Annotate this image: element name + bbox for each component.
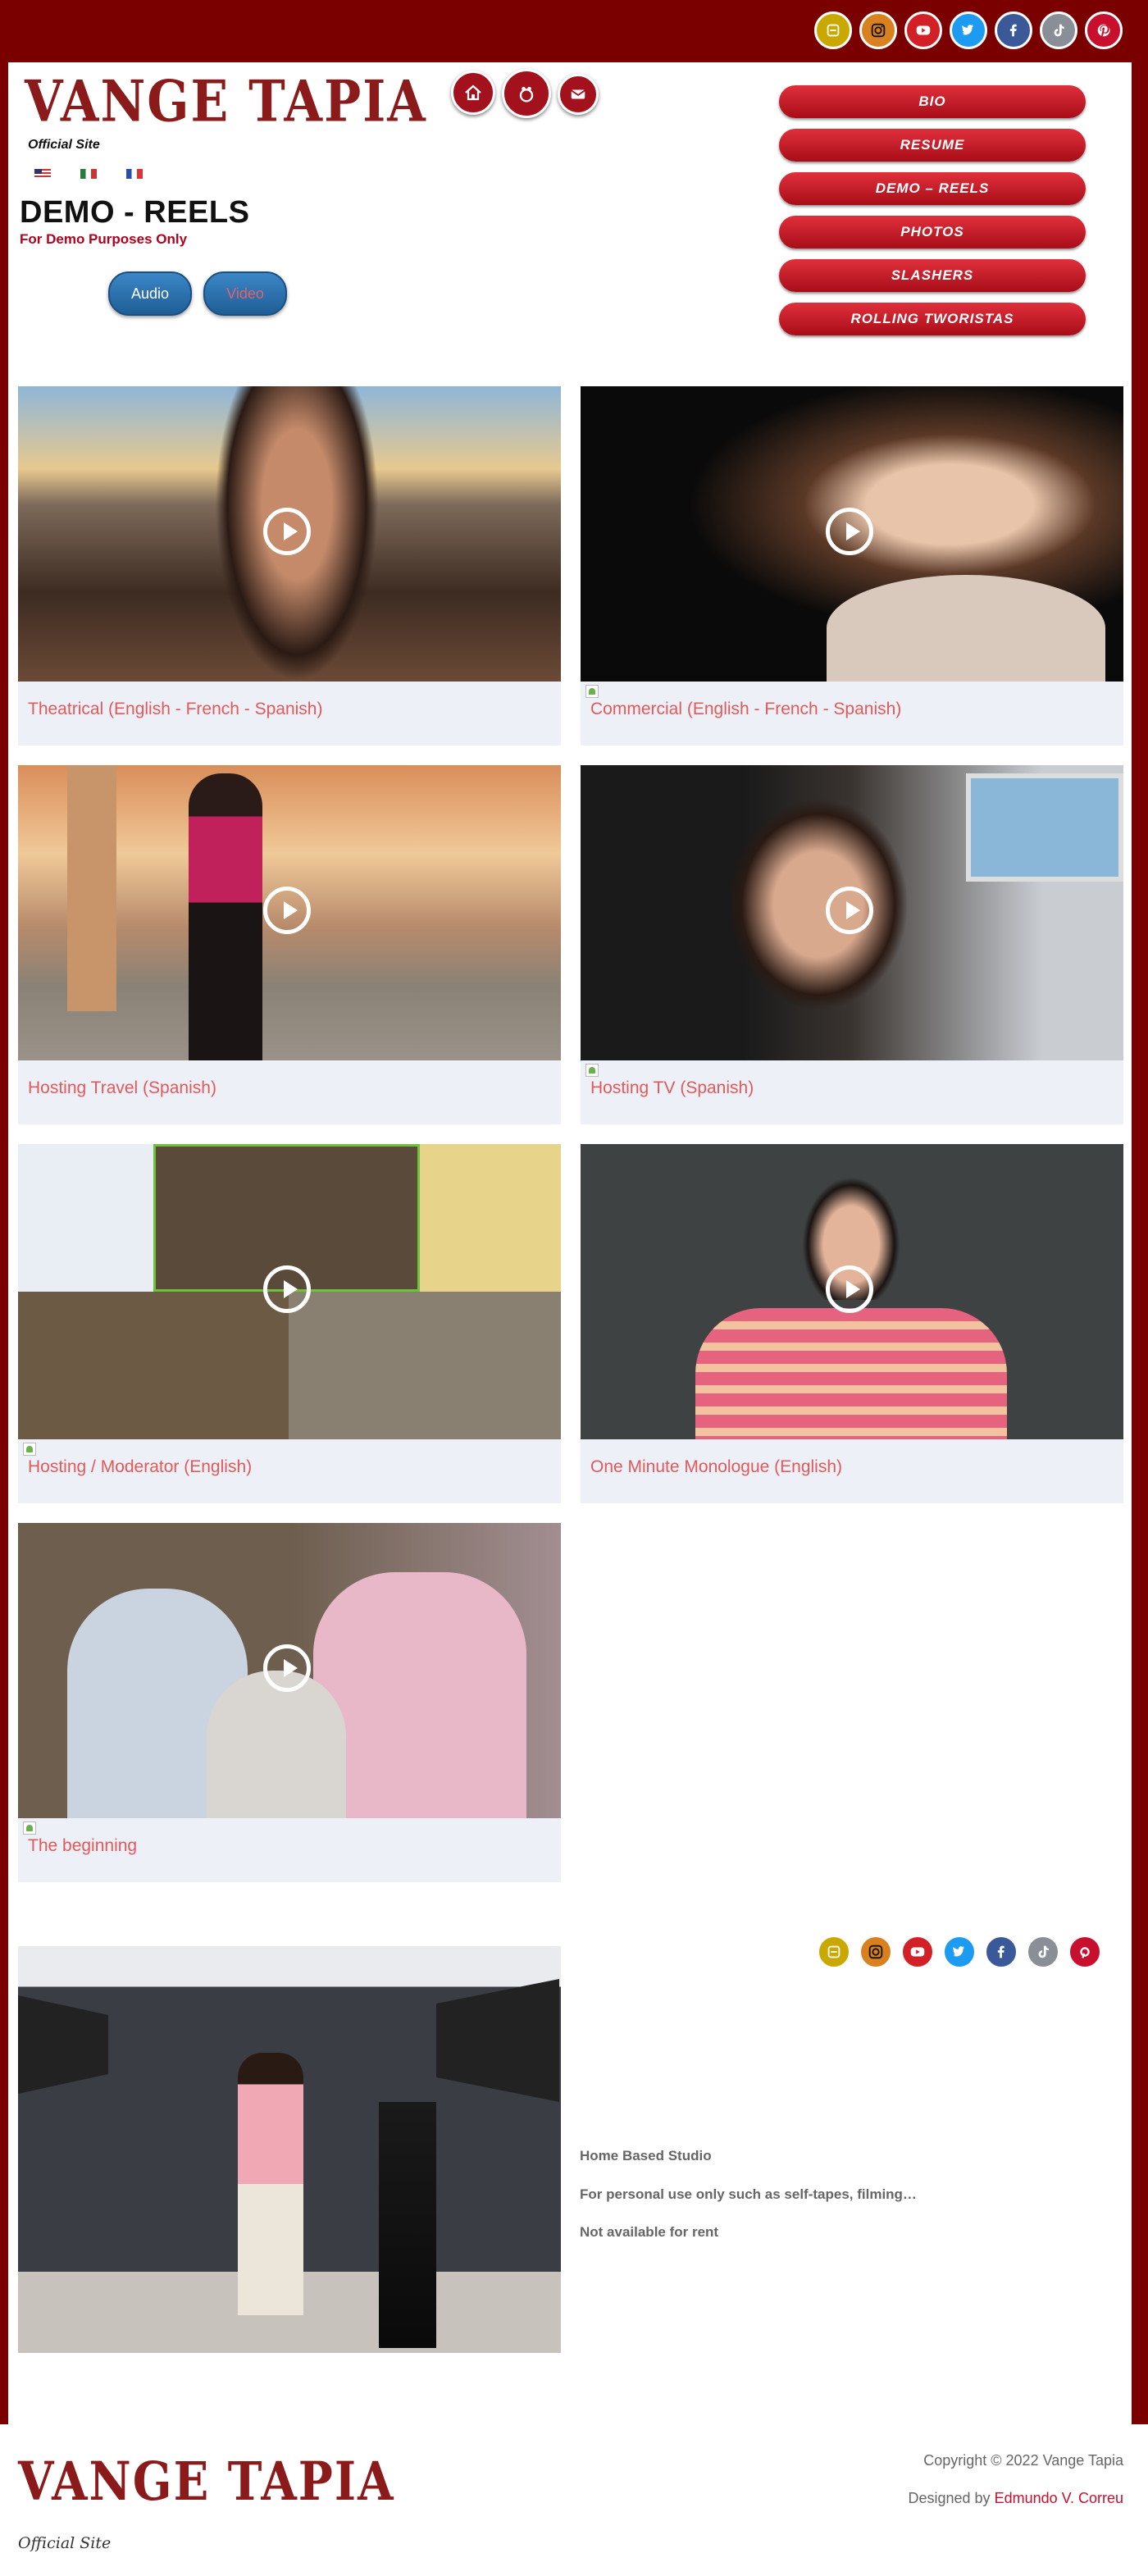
video-card[interactable]: Hosting / Moderator (English) (18, 1144, 561, 1503)
play-icon[interactable] (263, 508, 311, 555)
android-icon (585, 1064, 599, 1077)
twitter-icon[interactable] (950, 11, 987, 49)
designed-by: Designed by Edmundo V. Correu (908, 2490, 1123, 2507)
menu-photos[interactable]: PHOTOS (779, 216, 1086, 248)
play-icon[interactable] (263, 1644, 311, 1692)
twitter-icon[interactable] (942, 1935, 977, 1969)
studio-availability: Not available for rent (580, 2224, 719, 2240)
tiktok-icon[interactable] (1026, 1935, 1060, 1969)
play-icon[interactable] (263, 887, 311, 934)
studio-usage: For personal use only such as self-tapes… (580, 2186, 917, 2202)
video-title[interactable]: Commercial (English - French - Spanish) (590, 700, 901, 719)
page-content: VANGE TAPIA Official Site DEMO - REELS F… (8, 62, 1132, 2424)
video-card[interactable]: One Minute Monologue (English) (581, 1144, 1123, 1503)
social-icons-top (814, 11, 1123, 49)
designed-prefix: Designed by (908, 2490, 995, 2506)
studio-title: Home Based Studio (580, 2148, 712, 2163)
mail-icon[interactable] (558, 74, 599, 115)
rumble-icon[interactable] (814, 11, 852, 49)
play-icon[interactable] (826, 1265, 873, 1313)
video-card[interactable]: Hosting TV (Spanish) (581, 765, 1123, 1124)
video-card[interactable]: Commercial (English - French - Spanish) (581, 386, 1123, 745)
video-thumbnail[interactable] (581, 386, 1123, 682)
tiktok-icon[interactable] (1040, 11, 1077, 49)
footer: VANGE TAPIA Official Site Copyright © 20… (0, 2424, 1148, 2576)
video-thumbnail[interactable] (18, 1523, 561, 1818)
video-title[interactable]: One Minute Monologue (English) (590, 1457, 842, 1477)
play-icon[interactable] (263, 1265, 311, 1313)
menu-slashers[interactable]: SLASHERS (779, 259, 1086, 292)
video-thumbnail[interactable] (581, 1144, 1123, 1439)
menu-bio[interactable]: BIO (779, 85, 1086, 118)
menu-resume[interactable]: RESUME (779, 129, 1086, 162)
facebook-icon[interactable] (995, 11, 1032, 49)
designer-link[interactable]: Edmundo V. Correu (995, 2490, 1123, 2506)
android-icon (585, 685, 599, 698)
play-icon[interactable] (826, 508, 873, 555)
video-title[interactable]: Hosting / Moderator (English) (28, 1457, 252, 1477)
video-card[interactable]: The beginning (18, 1523, 561, 1882)
instagram-icon[interactable] (859, 1935, 893, 1969)
site-logo[interactable]: VANGE TAPIA (25, 74, 427, 130)
pinterest-icon[interactable] (1085, 11, 1123, 49)
instagram-icon[interactable] (859, 11, 897, 49)
top-bar (0, 0, 1148, 62)
page-title: DEMO - REELS (20, 195, 250, 230)
video-thumbnail[interactable] (18, 386, 561, 682)
video-card[interactable]: Theatrical (English - French - Spanish) (18, 386, 561, 745)
video-title[interactable]: Hosting TV (Spanish) (590, 1078, 754, 1098)
youtube-icon[interactable] (900, 1935, 935, 1969)
video-title[interactable]: Hosting Travel (Spanish) (28, 1078, 216, 1098)
studio-photo (18, 1946, 561, 2353)
android-icon (23, 1821, 36, 1835)
pinterest-icon[interactable] (1068, 1935, 1102, 1969)
language-flags (34, 169, 143, 179)
main-menu: BIO RESUME DEMO – REELS PHOTOS SLASHERS … (779, 85, 1086, 346)
facebook-icon[interactable] (984, 1935, 1018, 1969)
flag-english-icon[interactable] (34, 169, 51, 179)
menu-rolling-tworistas[interactable]: ROLLING TWORISTAS (779, 303, 1086, 335)
footer-logo[interactable]: VANGE TAPIA (18, 2455, 395, 2508)
video-button[interactable]: Video (203, 271, 287, 316)
rumble-icon[interactable] (817, 1935, 851, 1969)
video-thumbnail[interactable] (18, 1144, 561, 1439)
page-subtitle: For Demo Purposes Only (20, 231, 188, 247)
copyright: Copyright © 2022 Vange Tapia (923, 2452, 1123, 2469)
android-icon (23, 1443, 36, 1456)
audio-button[interactable]: Audio (108, 271, 192, 316)
footer-official: Official Site (18, 2534, 112, 2552)
video-title[interactable]: Theatrical (English - French - Spanish) (28, 700, 322, 719)
home-icon[interactable] (451, 71, 495, 115)
youtube-icon[interactable] (904, 11, 942, 49)
menu-demo-reels[interactable]: DEMO – REELS (779, 172, 1086, 205)
gallery-icon[interactable] (502, 69, 551, 118)
play-icon[interactable] (826, 887, 873, 934)
flag-french-icon[interactable] (126, 169, 143, 179)
flag-spanish-icon[interactable] (80, 169, 97, 179)
video-card[interactable]: Hosting Travel (Spanish) (18, 765, 561, 1124)
video-thumbnail[interactable] (581, 765, 1123, 1060)
official-site-label: Official Site (28, 138, 100, 152)
video-title[interactable]: The beginning (28, 1836, 137, 1856)
video-thumbnail[interactable] (18, 765, 561, 1060)
social-icons-bottom (817, 1935, 1102, 1969)
